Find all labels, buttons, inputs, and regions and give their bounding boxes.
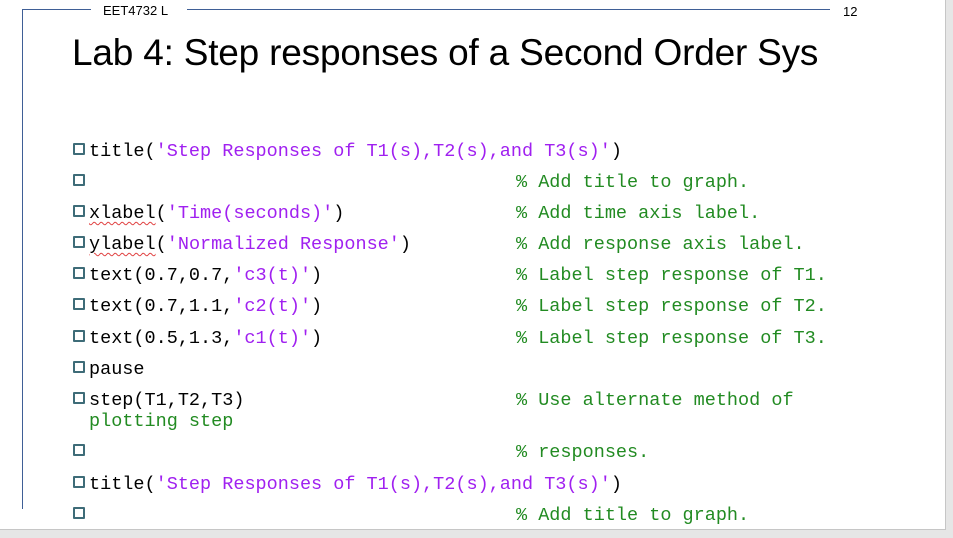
code-line: text(0.7,0.7,'c3(t)') <box>73 265 322 287</box>
code-comment: % Add title to graph. <box>516 505 750 526</box>
code-token: text(0.5,1.3, <box>89 328 234 349</box>
code-line: text(0.5,1.3,'c1(t)') <box>73 328 322 350</box>
code-comment: % Label step response of T2. <box>516 296 827 317</box>
frame-left-rule <box>22 9 23 509</box>
code-string: 'Step Responses of T1(s),T2(s),and T3(s)… <box>155 141 611 162</box>
square-bullet-icon <box>73 298 85 310</box>
code-token: ( <box>155 234 167 255</box>
slide-title: Lab 4: Step responses of a Second Order … <box>72 32 819 73</box>
square-bullet-icon <box>73 174 85 186</box>
square-bullet-icon <box>73 236 85 248</box>
frame-top-rule-right <box>187 9 830 10</box>
square-bullet-icon <box>73 330 85 342</box>
code-line: title('Step Responses of T1(s),T2(s),and… <box>73 141 622 163</box>
square-bullet-icon <box>73 361 85 373</box>
header-course-code: EET4732 L <box>103 3 169 18</box>
code-line: pause <box>73 359 145 381</box>
code-string: 'c1(t)' <box>233 328 312 349</box>
code-comment: % Add response axis label. <box>516 234 805 255</box>
code-token: ) <box>610 474 622 495</box>
code-line: step(T1,T2,T3) <box>73 390 244 412</box>
code-token: ( <box>155 203 167 224</box>
code-token: ) <box>399 234 411 255</box>
code-token: title( <box>89 474 156 495</box>
code-comment: % Use alternate method of <box>516 390 794 411</box>
code-token: ) <box>311 296 323 317</box>
code-token: ylabel <box>89 234 156 255</box>
square-bullet-icon <box>73 392 85 404</box>
code-comment: % Add time axis label. <box>516 203 761 224</box>
document-page: EET4732 L 12 Lab 4: Step responses of a … <box>0 0 946 530</box>
square-bullet-icon <box>73 444 85 456</box>
code-string: 'Time(seconds)' <box>166 203 334 224</box>
code-token: ) <box>333 203 345 224</box>
code-token: ) <box>311 328 323 349</box>
code-string: 'Step Responses of T1(s),T2(s),and T3(s)… <box>155 474 611 495</box>
code-comment: % responses. <box>516 442 650 463</box>
page-number: 12 <box>843 4 858 19</box>
code-token: ) <box>610 141 622 162</box>
code-comment: % Label step response of T3. <box>516 328 827 349</box>
square-bullet-icon <box>73 476 85 488</box>
square-bullet-icon <box>73 507 85 519</box>
code-line <box>73 442 89 464</box>
code-token: pause <box>89 359 145 380</box>
code-line <box>73 172 89 194</box>
code-token: text(0.7,0.7, <box>89 265 234 286</box>
square-bullet-icon <box>73 143 85 155</box>
code-line: ylabel('Normalized Response') <box>73 234 411 256</box>
code-token: step(T1,T2,T3) <box>89 390 245 411</box>
code-line: title('Step Responses of T1(s),T2(s),and… <box>73 474 622 496</box>
code-string: 'Normalized Response' <box>166 234 400 255</box>
square-bullet-icon <box>73 205 85 217</box>
code-token: xlabel <box>89 203 156 224</box>
frame-top-rule-left <box>22 9 91 10</box>
code-line <box>73 505 89 527</box>
code-line: xlabel('Time(seconds)') <box>73 203 344 225</box>
code-line: text(0.7,1.1,'c2(t)') <box>73 296 322 318</box>
code-token: title( <box>89 141 156 162</box>
code-string: 'c2(t)' <box>233 296 312 317</box>
code-string: 'c3(t)' <box>233 265 312 286</box>
code-token: text(0.7,1.1, <box>89 296 234 317</box>
code-comment: % Label step response of T1. <box>516 265 827 286</box>
code-comment-wrap: plotting step <box>89 411 234 432</box>
square-bullet-icon <box>73 267 85 279</box>
code-token: ) <box>311 265 323 286</box>
code-comment: % Add title to graph. <box>516 172 750 193</box>
